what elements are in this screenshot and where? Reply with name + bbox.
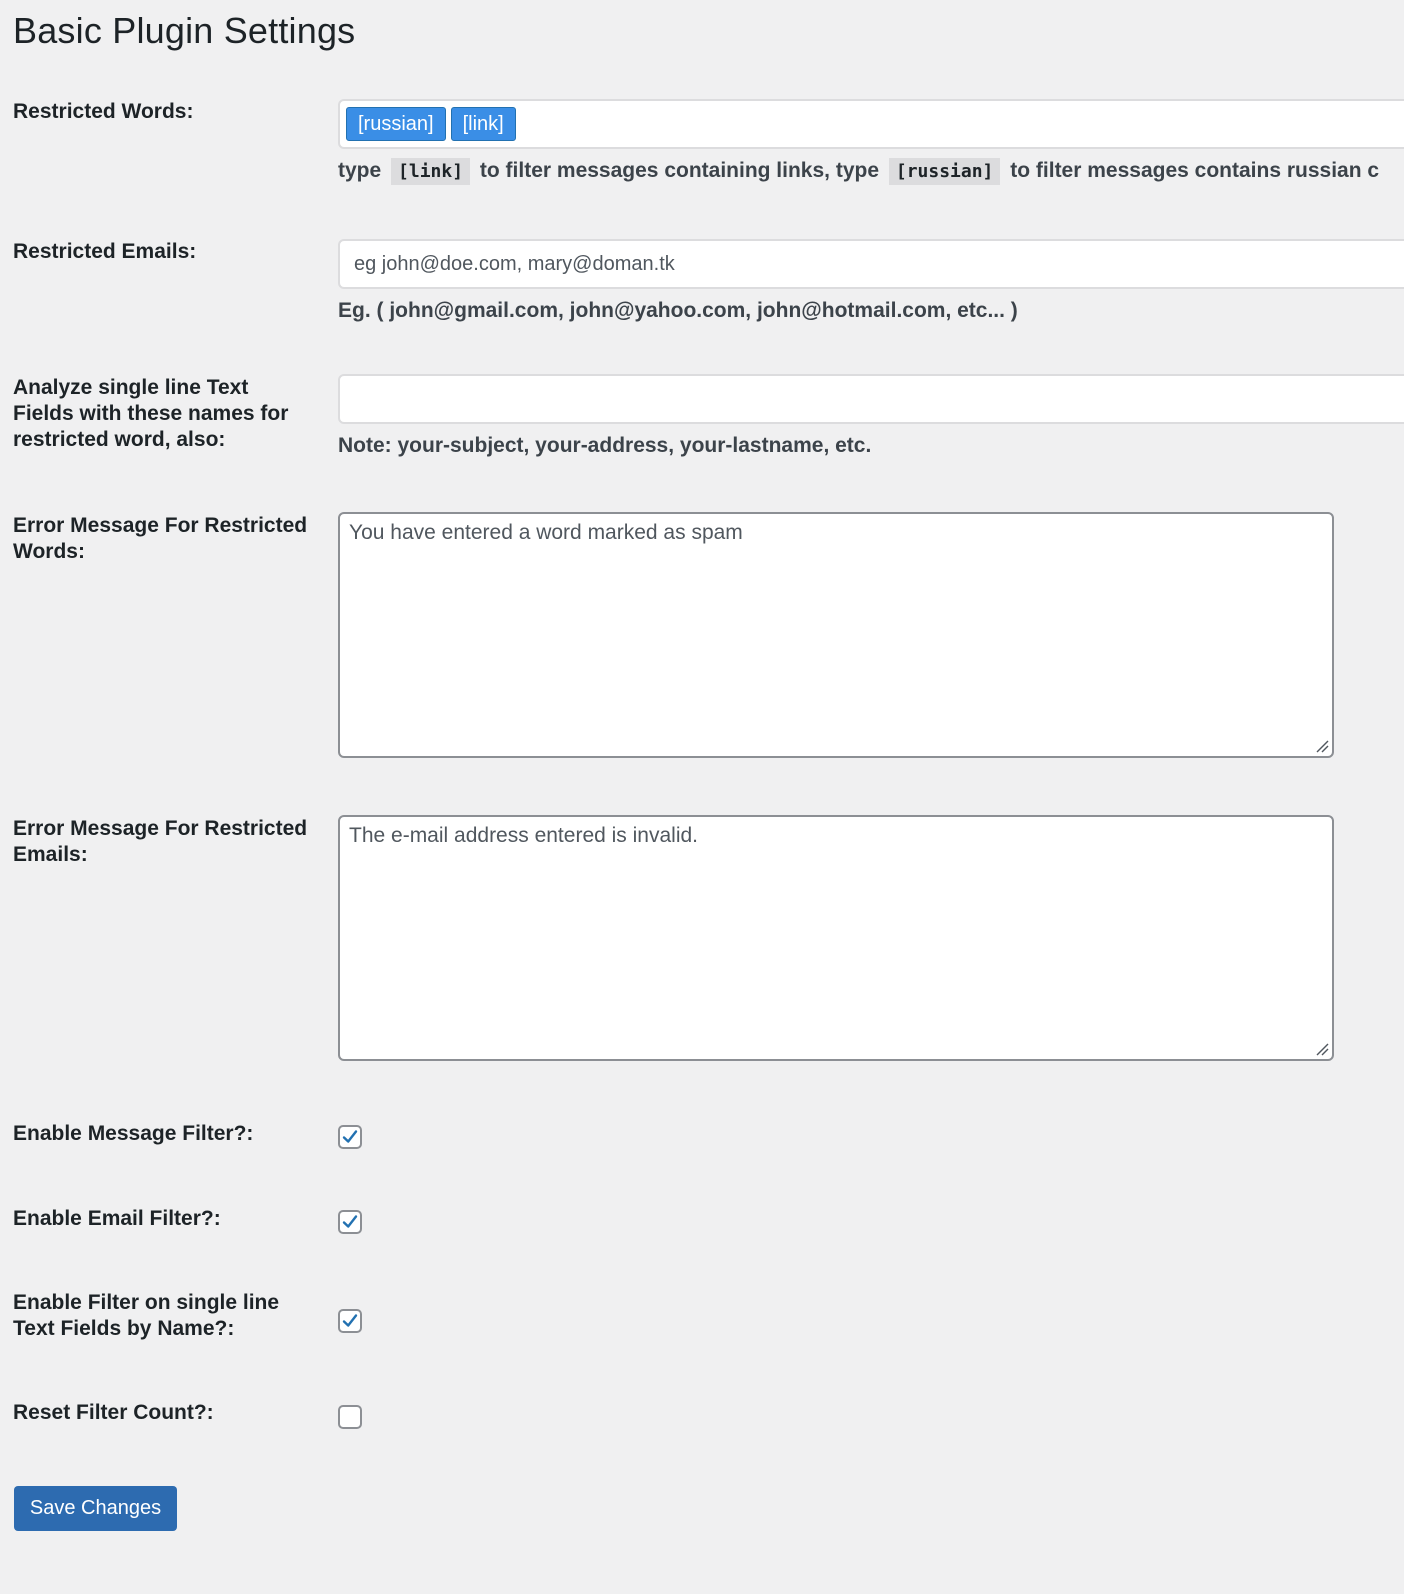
restricted-emails-input[interactable] (340, 241, 1404, 287)
text-fields-help: Note: your-subject, your-address, your-l… (338, 434, 872, 457)
restricted-words-label: Restricted Words: (13, 100, 194, 123)
reset-count-checkbox[interactable] (338, 1405, 362, 1429)
checkmark-icon (342, 1215, 358, 1228)
restricted-words-help: type [link] to filter messages containin… (338, 158, 1380, 185)
error-words-label: Error Message For Restricted Words: (13, 514, 308, 563)
error-words-textarea[interactable]: You have entered a word marked as spam (340, 514, 1332, 756)
tag-russian[interactable]: [russian] (346, 107, 446, 141)
error-words-textarea-wrapper: You have entered a word marked as spam (338, 512, 1334, 758)
page-title: Basic Plugin Settings (13, 10, 356, 51)
error-emails-textarea-wrapper: The e-mail address entered is invalid. (338, 815, 1334, 1061)
help-middle: to filter messages containing links, typ… (479, 159, 880, 182)
restricted-emails-help: Eg. ( john@gmail.com, john@yahoo.com, jo… (338, 299, 1018, 322)
resize-grip-icon[interactable] (1315, 1042, 1329, 1056)
restricted-words-tag-input[interactable]: [russian] [link] (338, 99, 1404, 149)
resize-grip-icon[interactable] (1315, 739, 1329, 753)
name-filter-checkbox[interactable] (338, 1309, 362, 1333)
error-emails-label: Error Message For Restricted Emails: (13, 817, 308, 866)
email-filter-label: Enable Email Filter?: (13, 1207, 221, 1230)
tag-link[interactable]: [link] (450, 107, 516, 141)
email-filter-checkbox[interactable] (338, 1210, 362, 1234)
checkmark-icon (342, 1130, 358, 1143)
reset-count-label: Reset Filter Count?: (13, 1401, 214, 1424)
message-filter-checkbox[interactable] (338, 1125, 362, 1149)
text-fields-input[interactable] (340, 376, 1404, 422)
restricted-emails-label: Restricted Emails: (13, 240, 197, 263)
help-suffix: to filter messages contains russian c (1010, 159, 1380, 182)
tag-text-entry[interactable] (520, 106, 1404, 142)
restricted-emails-field-wrapper (338, 239, 1404, 289)
help-prefix: type (338, 159, 382, 182)
help-code-russian: [russian] (888, 158, 1001, 185)
tag-list: [russian] [link] (340, 101, 1404, 147)
text-fields-label: Analyze single line Text Fields with the… (13, 376, 289, 451)
help-code-link: [link] (391, 158, 471, 185)
error-emails-textarea[interactable]: The e-mail address entered is invalid. (340, 817, 1332, 1059)
checkmark-icon (342, 1314, 358, 1327)
text-fields-field-wrapper (338, 374, 1404, 424)
name-filter-label: Enable Filter on single line Text Fields… (13, 1291, 280, 1340)
save-changes-button[interactable]: Save Changes (14, 1486, 177, 1531)
message-filter-label: Enable Message Filter?: (13, 1122, 254, 1145)
